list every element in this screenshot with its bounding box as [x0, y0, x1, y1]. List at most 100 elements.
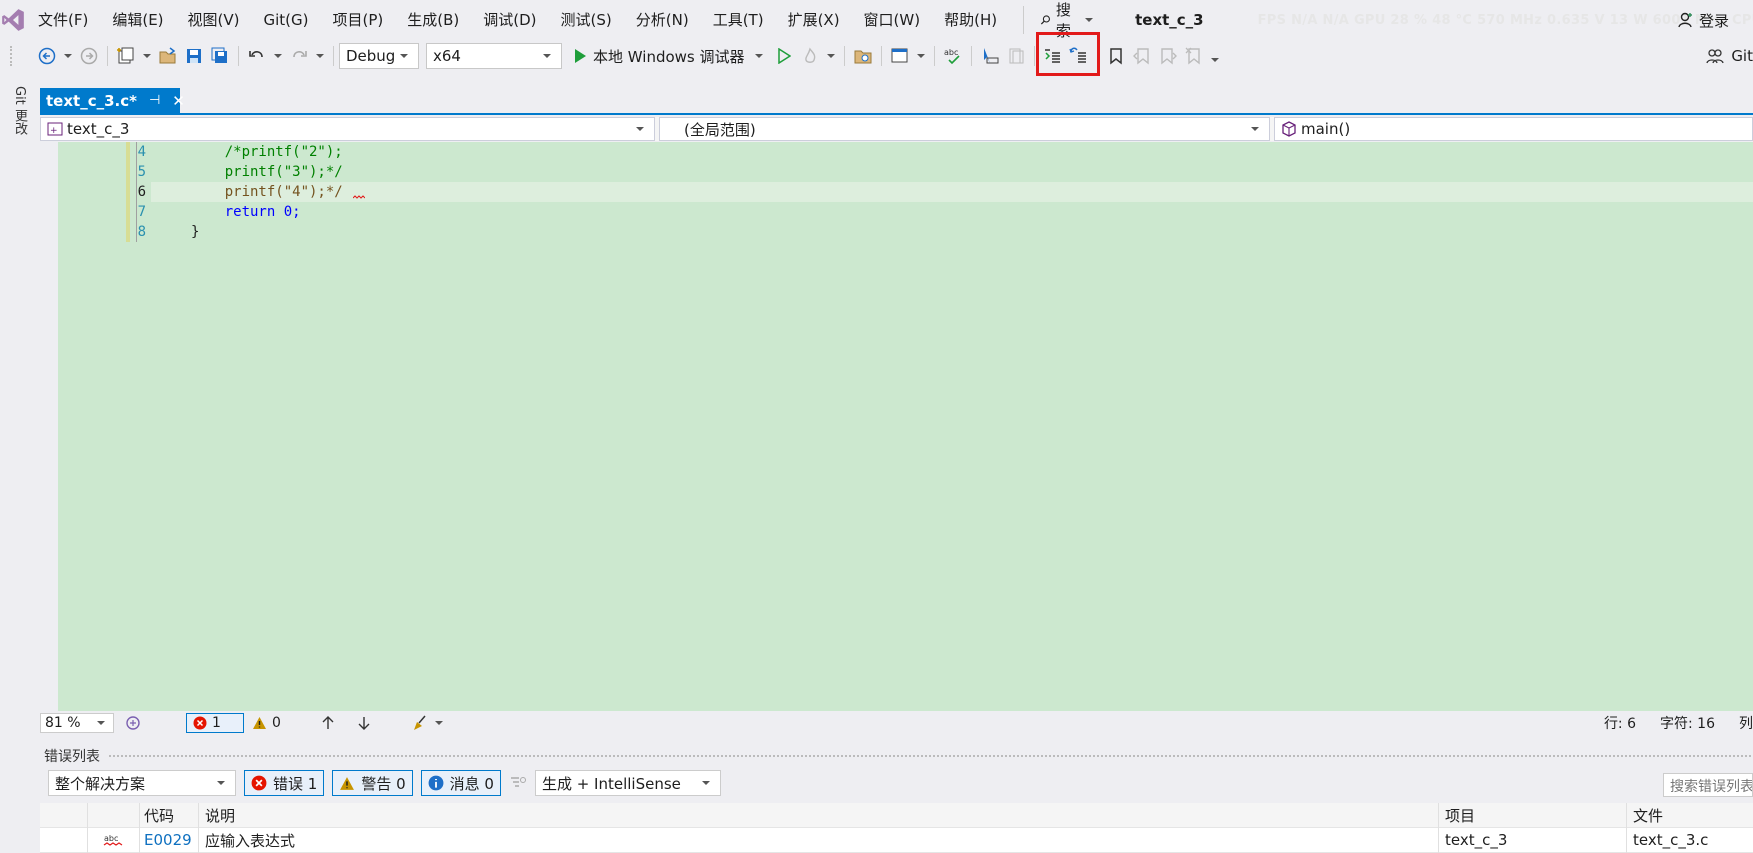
scope-filter-select[interactable]: 整个解决方案 — [48, 770, 236, 796]
chevron-down-icon[interactable] — [916, 54, 925, 58]
menu-analyze[interactable]: 分析(N) — [624, 0, 701, 40]
arrow-up-icon[interactable] — [321, 715, 335, 731]
next-bookmark-button[interactable] — [1155, 43, 1181, 69]
visual-studio-logo-icon[interactable] — [0, 0, 26, 40]
menu-git[interactable]: Git(G) — [252, 0, 321, 40]
find-in-files-button[interactable] — [850, 43, 876, 69]
chevron-down-icon[interactable] — [64, 54, 72, 58]
user-icon — [1678, 12, 1692, 28]
solution-title: text_c_3 — [1135, 11, 1204, 29]
solution-explorer-button[interactable] — [887, 43, 913, 69]
chevron-down-icon[interactable] — [316, 54, 324, 58]
start-without-debugging-button[interactable] — [771, 43, 797, 69]
column-header-description[interactable]: 说明 — [198, 802, 1438, 828]
column-header-severity[interactable] — [40, 802, 88, 828]
menu-view[interactable]: 视图(V) — [176, 0, 252, 40]
column-header-project[interactable]: 项目 — [1438, 802, 1626, 828]
menu-test[interactable]: 测试(S) — [549, 0, 624, 40]
back-button[interactable] — [34, 43, 60, 69]
errors-filter-label: 错误 1 — [273, 774, 318, 793]
menu-tools[interactable]: 工具(T) — [701, 0, 776, 40]
save-all-icon — [211, 47, 227, 63]
info-circle-icon — [428, 775, 444, 791]
warning-count: 0 — [272, 715, 281, 731]
menu-window[interactable]: 窗口(W) — [852, 0, 933, 40]
login-button[interactable]: 登录 — [1677, 0, 1729, 40]
code-line[interactable]: 7 return 0; — [40, 202, 1753, 222]
project-value: text_c_3 — [67, 120, 130, 138]
menu-build[interactable]: 生成(B) — [395, 0, 471, 40]
menu-file[interactable]: 文件(F) — [26, 0, 100, 40]
search-box[interactable]: 搜索 — [1023, 1, 1105, 40]
spell-check-icon: abc — [944, 48, 960, 65]
copilot-health-icon[interactable] — [124, 714, 142, 732]
error-code-link[interactable]: E0029 — [140, 831, 198, 849]
git-changes-side-tab[interactable]: Git 更改 — [10, 86, 29, 135]
code-text: printf("4");*/ — [191, 184, 343, 200]
git-changes-button[interactable]: Git — [1705, 40, 1753, 72]
start-debugging-button[interactable]: 本地 Windows 调试器 — [569, 46, 771, 67]
code-line[interactable]: 4 /*printf("2"); — [40, 142, 1753, 162]
menu-edit[interactable]: 编辑(E) — [100, 0, 175, 40]
code-editor[interactable]: 4 /*printf("2"); 5 printf("3");*/ 6 prin… — [40, 142, 1753, 711]
zoom-select[interactable]: 81 % — [40, 713, 114, 733]
source-filter-select[interactable]: 生成 + IntelliSense — [534, 770, 721, 796]
menu-bar: 文件(F) 编辑(E) 视图(V) Git(G) 项目(P) 生成(B) 调试(… — [0, 0, 1753, 40]
zoom-value: 81 % — [45, 715, 81, 731]
table-row[interactable]: abc E0029 应输入表达式 text_c_3 text_c_3.c — [40, 827, 1753, 853]
error-count-indicator[interactable]: 1 — [186, 713, 244, 733]
code-line[interactable]: 6 printf("4");*/ — [40, 182, 1753, 202]
platform-select[interactable]: x64 — [426, 43, 562, 69]
undo-button[interactable] — [244, 43, 270, 69]
messages-filter-button[interactable]: 消息 0 — [420, 770, 501, 796]
code-line[interactable]: 5 printf("3");*/ — [40, 162, 1753, 182]
git-label: Git — [1731, 47, 1753, 65]
menu-extensions[interactable]: 扩展(X) — [776, 0, 852, 40]
project-dropdown[interactable]: + text_c_3 — [40, 117, 655, 141]
previous-bookmark-button[interactable] — [1129, 43, 1155, 69]
errors-filter-button[interactable]: 错误 1 — [244, 770, 325, 796]
arrow-down-icon[interactable] — [357, 715, 371, 731]
warnings-filter-button[interactable]: 警告 0 — [332, 770, 413, 796]
error-list-search-input[interactable]: 搜索错误列表 — [1663, 773, 1753, 797]
scope-filter-value: 整个解决方案 — [55, 774, 146, 793]
chevron-down-icon[interactable] — [274, 54, 282, 58]
redo-button[interactable] — [286, 43, 312, 69]
toolbar-grip[interactable] — [10, 46, 34, 66]
column-header-code[interactable]: 代码 — [140, 805, 198, 826]
new-item-button[interactable] — [113, 43, 139, 69]
messages-filter-label: 消息 0 — [449, 774, 494, 793]
column-header-file[interactable]: 文件 — [1626, 802, 1753, 828]
save-all-button[interactable] — [207, 43, 233, 69]
member-list-button[interactable] — [1003, 43, 1029, 69]
code-line[interactable]: 8 } — [40, 222, 1753, 242]
member-dropdown[interactable]: main() — [1274, 117, 1753, 141]
code-cleanup-button[interactable] — [411, 714, 447, 732]
filter-icon[interactable] — [509, 775, 527, 791]
pin-icon[interactable]: ⊣ — [149, 93, 160, 108]
menu-help[interactable]: 帮助(H) — [932, 0, 1009, 40]
open-file-button[interactable] — [155, 43, 181, 69]
menu-project[interactable]: 项目(P) — [321, 0, 396, 40]
save-button[interactable] — [181, 43, 207, 69]
toggle-bookmark-button[interactable] — [1103, 43, 1129, 69]
error-list-title-bar[interactable]: 错误列表 — [40, 745, 1753, 767]
select-member-button[interactable] — [977, 43, 1003, 69]
scope-dropdown[interactable]: (全局范围) — [659, 117, 1270, 141]
chevron-down-icon — [97, 721, 105, 725]
chevron-down-icon — [1085, 18, 1094, 22]
menu-debug[interactable]: 调试(D) — [471, 0, 548, 40]
forward-button[interactable] — [76, 43, 102, 69]
configuration-select[interactable]: Debug — [339, 43, 419, 69]
chevron-down-icon[interactable] — [143, 54, 151, 58]
warning-count-indicator[interactable]: 0 — [252, 715, 281, 731]
column-header-suppression[interactable] — [88, 802, 140, 828]
chevron-down-icon[interactable] — [826, 54, 835, 58]
clear-bookmarks-button[interactable] — [1181, 43, 1207, 69]
hot-reload-button[interactable] — [797, 43, 823, 69]
close-icon[interactable]: ✕ — [172, 92, 185, 110]
toolbar-overflow-icon[interactable] — [1210, 58, 1219, 62]
separator — [1033, 46, 1035, 66]
spell-check-button[interactable]: abc — [940, 43, 966, 69]
document-tab-active[interactable]: text_c_3.c* ⊣ ✕ — [40, 88, 185, 113]
